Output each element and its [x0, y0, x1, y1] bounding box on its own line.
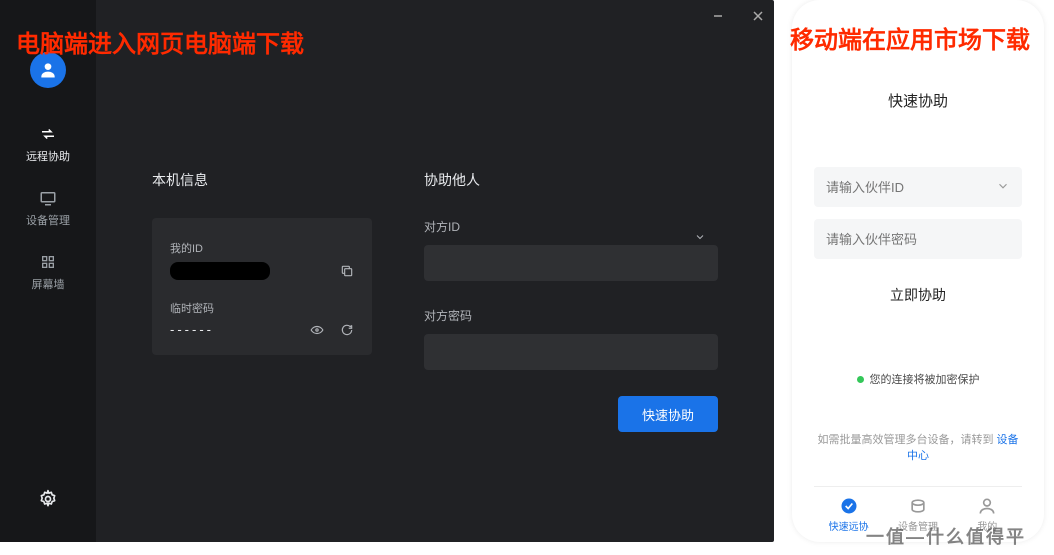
grid-icon — [38, 252, 58, 272]
sidebar-item-remote[interactable]: 远程协助 — [0, 112, 96, 176]
person-icon — [977, 496, 997, 516]
swap-icon — [38, 124, 58, 144]
my-id-label: 我的ID — [170, 240, 354, 256]
sidebar-item-screenwall[interactable]: 屏幕墙 — [0, 240, 96, 304]
temp-pwd-value: ------ — [170, 322, 214, 337]
link-icon — [839, 496, 859, 516]
annotation-mobile: 移动端在应用市场下载 — [790, 24, 1030, 58]
mobile-partner-pwd-input[interactable] — [814, 219, 1022, 259]
partner-id-label: 对方ID — [424, 218, 718, 235]
sidebar: 远程协助 设备管理 屏幕墙 — [0, 0, 96, 542]
secure-notice: 您的连接将被加密保护 — [814, 371, 1022, 387]
sidebar-item-devices[interactable]: 设备管理 — [0, 176, 96, 240]
content-area: 本机信息 我的ID 临时密码 ------ — [96, 0, 774, 542]
my-id-value — [170, 262, 270, 280]
partner-pwd-input[interactable] — [424, 334, 718, 370]
tab-label: 快速远协 — [829, 518, 869, 533]
mobile-title: 快速协助 — [814, 90, 1022, 111]
storage-icon — [908, 496, 928, 516]
assist-section-title: 协助他人 — [424, 170, 718, 190]
settings-icon[interactable] — [38, 496, 58, 513]
annotation-desktop: 电脑端进入网页电脑端下载 — [16, 24, 304, 59]
close-button[interactable] — [750, 8, 766, 24]
temp-pwd-label: 临时密码 — [170, 300, 354, 316]
watermark: 一值—什么值得平 — [866, 523, 1026, 549]
local-section-title: 本机信息 — [152, 170, 372, 190]
mobile-assist-button[interactable]: 立即协助 — [814, 275, 1022, 315]
chevron-down-icon — [996, 179, 1010, 198]
desktop-window: 远程协助 设备管理 屏幕墙 本机信息 我的ID 临时密 — [0, 0, 774, 542]
sidebar-item-label: 屏幕墙 — [32, 276, 65, 292]
partner-id-input[interactable] — [424, 245, 718, 281]
window-controls — [710, 8, 766, 24]
mobile-partner-id-input[interactable] — [814, 167, 1022, 207]
partner-pwd-label: 对方密码 — [424, 307, 718, 324]
monitor-icon — [38, 188, 58, 208]
minimize-button[interactable] — [710, 8, 726, 24]
local-info-card: 我的ID 临时密码 ------ — [152, 218, 372, 355]
secure-text: 您的连接将被加密保护 — [870, 371, 980, 387]
copy-icon[interactable] — [340, 264, 354, 278]
refresh-icon[interactable] — [340, 323, 354, 337]
eye-icon[interactable] — [310, 323, 324, 337]
mobile-screen: 快速协助 立即协助 您的连接将被加密保护 如需批量高效管理多台设备，请转到 设备… — [792, 0, 1044, 542]
sidebar-item-label: 设备管理 — [26, 212, 70, 228]
user-icon — [38, 60, 58, 80]
quick-assist-button[interactable]: 快速协助 — [618, 396, 718, 432]
device-center-note: 如需批量高效管理多台设备，请转到 设备中心 — [814, 431, 1022, 463]
sidebar-item-label: 远程协助 — [26, 148, 70, 164]
status-dot-icon — [857, 376, 864, 383]
